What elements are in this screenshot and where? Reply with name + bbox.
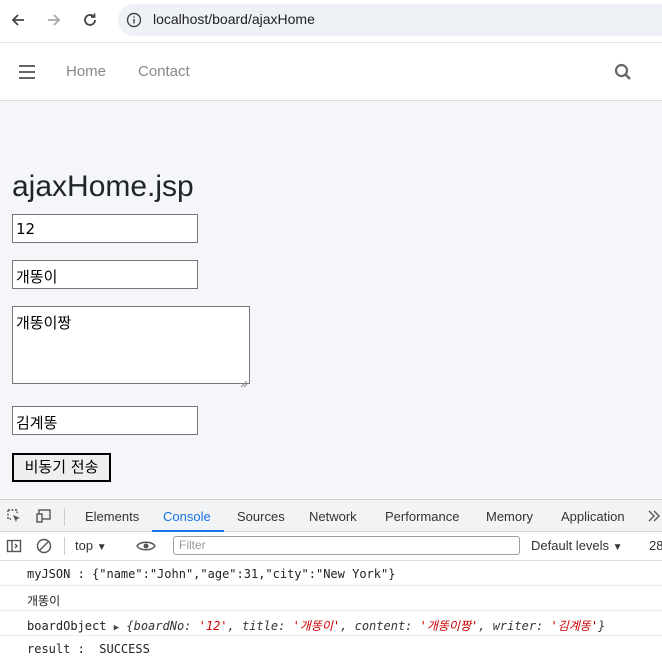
console-filter-input[interactable]: Filter xyxy=(173,536,520,555)
console-message: result : SUCCESS xyxy=(27,642,150,656)
expand-triangle-icon[interactable]: ▶ xyxy=(114,623,119,633)
reload-icon[interactable] xyxy=(79,9,101,31)
tab-memory[interactable]: Memory xyxy=(486,509,533,524)
issues-count[interactable]: 28 xyxy=(649,538,662,553)
live-expression-eye-icon[interactable] xyxy=(136,538,156,554)
console-message: boardObject ▶ {boardNo: '12', title: '개똥… xyxy=(27,617,605,634)
console-label: boardObject xyxy=(27,619,107,633)
clear-console-icon[interactable] xyxy=(36,538,52,554)
site-info-icon[interactable] xyxy=(126,12,142,28)
tab-elements[interactable]: Elements xyxy=(85,509,139,524)
log-levels-dropdown[interactable]: Default levels ▼ xyxy=(531,538,623,553)
context-selector[interactable]: top ▼ xyxy=(75,538,107,553)
forward-arrow-icon[interactable] xyxy=(43,9,65,31)
devtools-tabbar: Elements Console Sources Network Perform… xyxy=(0,499,662,532)
url-text: localhost/board/ajaxHome xyxy=(153,11,315,27)
content-textarea[interactable]: 개똥이짱 xyxy=(12,306,250,388)
site-navbar: Home Contact xyxy=(0,43,662,101)
back-arrow-icon[interactable] xyxy=(7,9,29,31)
sidebar-toggle-icon[interactable] xyxy=(6,538,22,554)
tab-network[interactable]: Network xyxy=(309,509,357,524)
address-bar[interactable]: localhost/board/ajaxHome xyxy=(118,4,662,36)
tab-performance[interactable]: Performance xyxy=(385,509,459,524)
more-tabs-chevron-icon[interactable] xyxy=(645,508,661,524)
title-input[interactable]: 개똥이 xyxy=(12,260,198,289)
writer-input[interactable]: 김계똥 xyxy=(12,406,198,435)
console-line: result : SUCCESS xyxy=(0,636,662,661)
tab-console[interactable]: Console xyxy=(163,509,211,524)
console-message: myJSON : {"name":"John","age":31,"city":… xyxy=(27,567,396,581)
dropdown-caret-icon: ▼ xyxy=(612,542,623,553)
search-icon[interactable] xyxy=(614,63,632,81)
console-message: 개똥이 xyxy=(27,594,61,608)
toolbar-divider xyxy=(64,537,65,555)
browser-toolbar: localhost/board/ajaxHome xyxy=(0,0,662,43)
device-toolbar-icon[interactable] xyxy=(36,508,52,524)
async-submit-button[interactable]: 비동기 전송 xyxy=(12,453,111,482)
tab-sources[interactable]: Sources xyxy=(237,509,285,524)
console-line: boardObject ▶ {boardNo: '12', title: '개똥… xyxy=(0,611,662,636)
inspect-element-icon[interactable] xyxy=(6,508,22,524)
dropdown-caret-icon: ▼ xyxy=(96,542,107,553)
nav-link-contact[interactable]: Contact xyxy=(138,63,190,80)
tab-application[interactable]: Application xyxy=(561,509,625,524)
console-line: myJSON : {"name":"John","age":31,"city":… xyxy=(0,561,662,586)
console-line: 개똥이 xyxy=(0,586,662,611)
toolbar-divider xyxy=(64,508,65,526)
page-title: ajaxHome.jsp xyxy=(12,170,194,203)
console-output: myJSON : {"name":"John","age":31,"city":… xyxy=(0,561,662,667)
nav-link-home[interactable]: Home xyxy=(66,63,106,80)
page-content: ajaxHome.jsp 12 개똥이 개똥이짱 김계똥 비동기 전송 xyxy=(0,101,662,498)
resize-grip-icon[interactable] xyxy=(240,374,248,388)
menu-hamburger-icon[interactable] xyxy=(19,65,35,79)
board-no-input[interactable]: 12 xyxy=(12,214,198,243)
content-textarea-value: 개똥이짱 xyxy=(16,314,72,332)
object-preview[interactable]: {boardNo: '12', title: '개똥이', content: '… xyxy=(126,619,605,633)
console-toolbar: top ▼ Filter Default levels ▼ 28 xyxy=(0,532,662,561)
